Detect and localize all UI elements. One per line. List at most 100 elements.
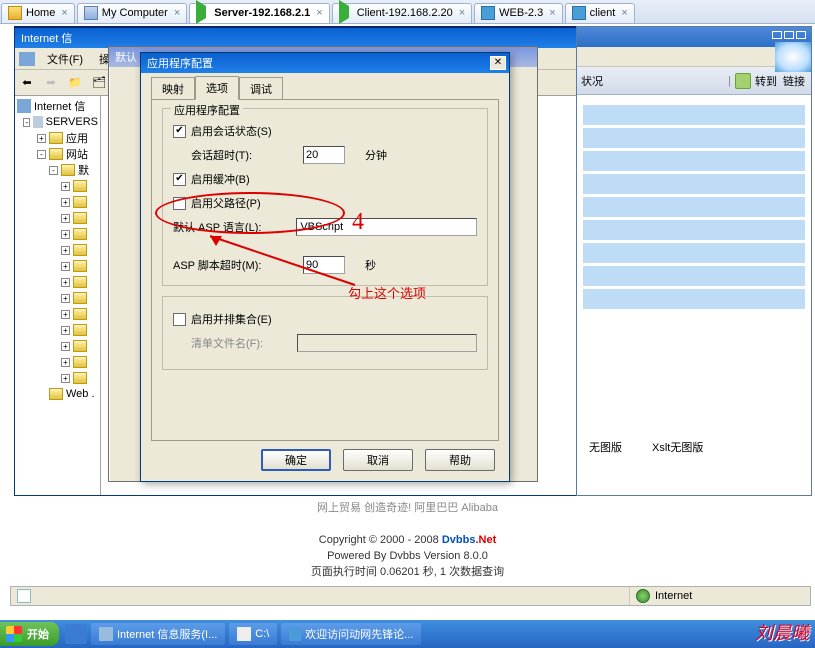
close-icon[interactable]: × — [459, 7, 465, 19]
expand-icon[interactable]: + — [61, 374, 70, 383]
collapse-icon[interactable]: - — [37, 150, 46, 159]
cancel-button[interactable]: 取消 — [343, 449, 413, 471]
collapse-icon[interactable]: - — [49, 166, 58, 175]
expand-icon[interactable]: + — [61, 262, 70, 271]
expand-icon[interactable]: + — [61, 198, 70, 207]
tab-server[interactable]: Server-192.168.2.1× — [189, 3, 329, 23]
expand-icon[interactable]: + — [61, 230, 70, 239]
tree-label: 网站 — [66, 146, 88, 162]
close-icon[interactable]: × — [621, 7, 627, 19]
tree-node[interactable]: + — [17, 258, 98, 274]
list-item[interactable] — [583, 197, 805, 217]
links-label[interactable]: 链接 — [783, 73, 805, 89]
tab-client[interactable]: client × — [565, 3, 635, 23]
props-button[interactable]: 🗂 — [88, 73, 110, 93]
script-timeout-input[interactable]: 90 — [303, 256, 345, 274]
close-icon[interactable] — [796, 31, 806, 39]
tab-options[interactable]: 选项 — [195, 76, 239, 100]
tab-mapping[interactable]: 映射 — [151, 77, 195, 100]
back-button[interactable]: ⬅ — [16, 73, 38, 93]
tree-server[interactable]: -SERVERS — [17, 114, 98, 130]
enable-sxs-checkbox[interactable] — [173, 313, 186, 326]
tree-node[interactable]: + — [17, 194, 98, 210]
tab-debug[interactable]: 调试 — [239, 77, 283, 100]
minimize-icon[interactable] — [772, 31, 782, 39]
expand-icon[interactable]: + — [61, 214, 70, 223]
enable-parent-paths-checkbox[interactable] — [173, 197, 186, 210]
go-button[interactable] — [735, 73, 751, 89]
tree-root[interactable]: Internet 信 — [17, 98, 98, 114]
tree-node[interactable]: + — [17, 306, 98, 322]
folder-icon — [73, 356, 87, 368]
expand-icon[interactable]: + — [61, 278, 70, 287]
tree-node[interactable]: -默 — [17, 162, 98, 178]
list-item[interactable] — [583, 105, 805, 125]
tree-webservice[interactable]: Web . — [17, 386, 98, 402]
list-item[interactable] — [583, 174, 805, 194]
list-item[interactable] — [583, 289, 805, 309]
expand-icon[interactable]: + — [61, 294, 70, 303]
asp-lang-label: 默认 ASP 语言(L): — [173, 219, 296, 235]
expand-icon[interactable]: + — [61, 182, 70, 191]
expand-icon[interactable]: + — [61, 326, 70, 335]
tree-node[interactable]: +应用 — [17, 130, 98, 146]
folder-icon — [73, 276, 87, 288]
enable-session-checkbox[interactable]: ✔ — [173, 125, 186, 138]
ok-button[interactable]: 确定 — [261, 449, 331, 471]
up-button[interactable]: 📁 — [64, 73, 86, 93]
list-item[interactable] — [583, 220, 805, 240]
close-icon[interactable]: × — [316, 7, 322, 19]
quicklaunch-ie[interactable] — [65, 624, 87, 644]
tree-node[interactable]: + — [17, 242, 98, 258]
list-item[interactable] — [583, 151, 805, 171]
session-timeout-input[interactable]: 20 — [303, 146, 345, 164]
tab-label: client — [590, 7, 616, 19]
tab-mycomputer[interactable]: My Computer× — [77, 3, 187, 23]
tree-node[interactable]: + — [17, 354, 98, 370]
link-noimg[interactable]: 无图版 — [589, 439, 622, 455]
taskbar-item[interactable]: Internet 信息服务(I... — [91, 623, 225, 645]
collapse-icon[interactable]: - — [23, 118, 30, 127]
tree-node[interactable]: + — [17, 338, 98, 354]
list-item[interactable] — [583, 266, 805, 286]
list-item[interactable] — [583, 128, 805, 148]
tree-node[interactable]: + — [17, 370, 98, 386]
script-timeout-label: ASP 脚本超时(M): — [173, 257, 303, 273]
tree-node[interactable]: + — [17, 226, 98, 242]
tab-client20[interactable]: Client-192.168.2.20× — [332, 3, 472, 23]
tab-web23[interactable]: WEB-2.3× — [474, 3, 562, 23]
dialog-titlebar[interactable]: 应用程序配置 ✕ — [141, 53, 509, 73]
expand-icon[interactable]: + — [37, 134, 46, 143]
menu-file[interactable]: 文件(F) — [47, 51, 83, 67]
enable-buffer-checkbox[interactable]: ✔ — [173, 173, 186, 186]
close-icon[interactable]: × — [549, 7, 555, 19]
input-value: VBScript — [300, 221, 343, 233]
help-button[interactable]: 帮助 — [425, 449, 495, 471]
tree-node[interactable]: - 网站 — [17, 146, 98, 162]
tree-node[interactable]: + — [17, 274, 98, 290]
link-xslt[interactable]: Xslt无图版 — [652, 439, 703, 455]
folder-icon — [73, 324, 87, 336]
tree-node[interactable]: + — [17, 178, 98, 194]
list-item[interactable] — [583, 243, 805, 263]
iis-tree[interactable]: Internet 信 -SERVERS +应用 -网站 -默 + + + + +… — [15, 96, 101, 495]
expand-icon[interactable]: + — [61, 342, 70, 351]
maximize-icon[interactable] — [784, 31, 794, 39]
expand-icon[interactable]: + — [61, 246, 70, 255]
brand-net: .Net — [475, 534, 496, 546]
asp-lang-input[interactable]: VBScript — [296, 218, 477, 236]
taskbar-item[interactable]: C:\ — [229, 623, 277, 645]
tab-home[interactable]: Home× — [1, 3, 75, 23]
manifest-input — [297, 334, 477, 352]
tree-node[interactable]: + — [17, 210, 98, 226]
forward-button[interactable]: ➡ — [40, 73, 62, 93]
tree-node[interactable]: + — [17, 322, 98, 338]
expand-icon[interactable]: + — [61, 310, 70, 319]
close-icon[interactable]: × — [174, 7, 180, 19]
close-button[interactable]: ✕ — [490, 56, 506, 70]
start-button[interactable]: 开始 — [0, 622, 59, 646]
tree-node[interactable]: + — [17, 290, 98, 306]
expand-icon[interactable]: + — [61, 358, 70, 367]
close-icon[interactable]: × — [61, 7, 67, 19]
taskbar-item[interactable]: 欢迎访问动网先锋论... — [281, 623, 421, 645]
